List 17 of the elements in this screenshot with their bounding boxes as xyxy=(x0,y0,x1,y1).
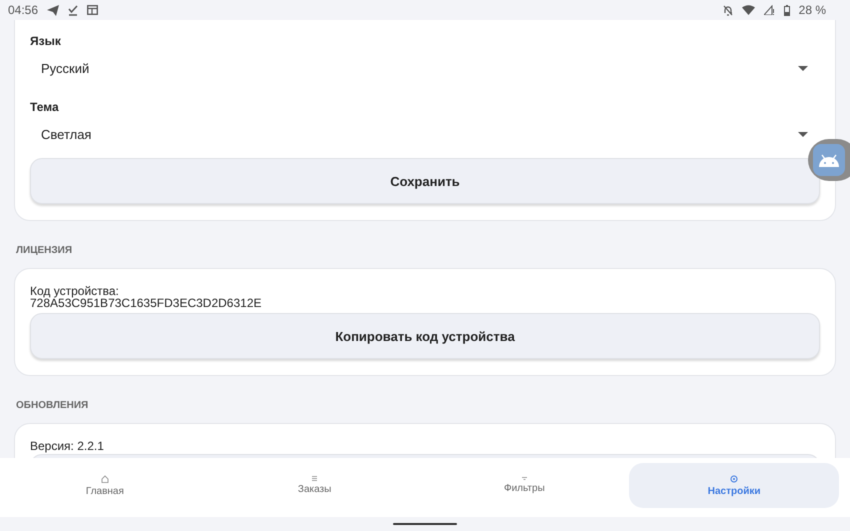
nav-tab[interactable]: Настройки xyxy=(629,463,839,508)
section-heading: ОБНОВЛЕНИЯ xyxy=(15,400,90,411)
device-code-label: Код устройства: xyxy=(30,285,120,297)
battery-percentage: 28 % xyxy=(798,3,826,17)
status-time: 04:56 xyxy=(8,3,38,17)
dropdown-field[interactable]: Русский xyxy=(30,48,820,88)
nav-tab[interactable]: Главная xyxy=(0,463,210,508)
dropdown-field[interactable]: Светлая xyxy=(30,114,820,154)
copy-code-button[interactable]: Копировать код устройства xyxy=(30,313,820,359)
save-button[interactable]: Сохранить xyxy=(30,158,820,204)
nav-tab[interactable]: Фильтры xyxy=(420,463,630,508)
section-heading: ЛИЦЕНЗИЯ xyxy=(15,245,74,256)
field-label: Тема xyxy=(30,100,60,114)
field-label: Язык xyxy=(30,34,62,48)
device-code: 728A53C951B73C1635FD3EC3D2D6312E xyxy=(30,297,262,309)
nav-tab[interactable]: Заказы xyxy=(210,463,420,508)
version-text: Версия: 2.2.1 xyxy=(30,440,105,452)
